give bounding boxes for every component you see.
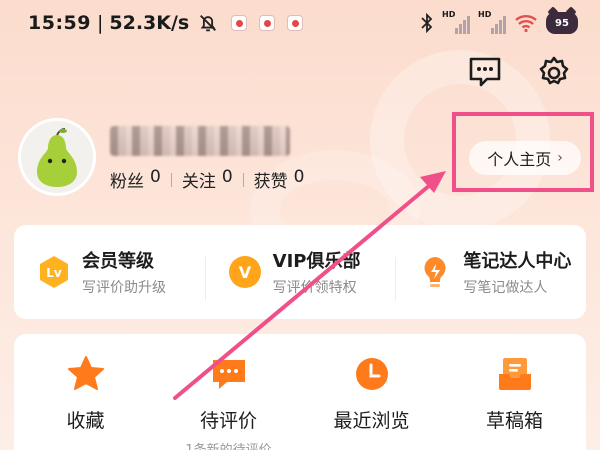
stat-value: 0 [150,167,161,187]
note-expert-subtitle: 写笔记做达人 [463,280,548,296]
bulb-icon [424,257,446,287]
pending-review-label: 待评价 [199,410,257,432]
member-level-subtitle: 写评价助升级 [82,280,166,296]
hd-label: HD [442,10,456,19]
stat-likes[interactable]: 获赞 0 [254,167,305,192]
lv-badge-text: Lv [46,266,62,280]
notification-app-icon [231,15,248,31]
vip-club-subtitle: 写评价领特权 [272,280,357,296]
recent-browse-label: 最近浏览 [333,410,410,432]
signal-strength-icon: HD [442,10,470,34]
pear-avatar-icon [37,128,77,187]
status-time: 15:59 [28,12,91,34]
network-speed: 52.3K/s [109,12,190,34]
favorites-label: 收藏 [66,410,105,432]
stat-label: 关注 [181,172,216,192]
star-icon [67,356,104,390]
divider [170,172,172,187]
stat-label: 获赞 [253,172,288,192]
drafts-icon [498,358,531,390]
status-bar: 15:59 | 52.3K/s HD HD 95 [0,0,600,46]
drafts-entry[interactable]: 草稿箱 [443,334,586,450]
stat-following[interactable]: 关注 0 [182,167,233,192]
status-separator: | [96,12,104,34]
recent-browse-entry[interactable]: 最近浏览 [300,334,443,450]
battery-icon: 95 [546,12,578,34]
chat-bubble-icon[interactable] [467,54,503,90]
vip-badge-text: V [238,263,251,282]
membership-card: Lv 会员等级 写评价助升级 V VIP俱乐部 写评价领特权 笔记达人中心 写笔… [14,225,586,319]
favorites-entry[interactable]: 收藏 [14,334,157,450]
annotation-highlight-box [452,112,594,192]
bluetooth-icon [421,13,433,33]
mute-bell-icon [200,15,217,32]
member-level-entry[interactable]: Lv 会员等级 写评价助升级 [14,247,205,297]
member-level-title: 会员等级 [82,251,154,272]
wifi-icon [515,15,537,33]
lv-badge-icon: Lv [40,256,68,288]
quick-actions-card: 收藏 待评价 1条新的待评价 最近浏览 草稿箱 [14,334,586,450]
comment-pending-icon [212,360,245,389]
notification-app-icon [287,15,304,31]
profile-stats: 粉丝 0 关注 0 获赞 0 [110,167,304,192]
username-redacted [110,126,290,156]
notification-app-icon [259,15,276,31]
clock-icon [355,358,388,390]
stat-label: 粉丝 [110,172,144,192]
pending-review-entry[interactable]: 待评价 1条新的待评价 [157,334,300,450]
signal-strength-icon: HD [478,10,506,34]
hd-label: HD [478,10,492,19]
pending-review-sub: 1条新的待评价 [185,439,271,450]
gear-icon[interactable] [536,54,572,90]
vip-club-title: VIP俱乐部 [272,251,361,272]
stat-value: 0 [293,167,305,187]
avatar[interactable] [18,118,96,196]
stat-value: 0 [221,167,233,187]
stat-fans[interactable]: 粉丝 0 [110,167,161,192]
note-expert-title: 笔记达人中心 [463,251,572,272]
vip-club-entry[interactable]: V VIP俱乐部 写评价领特权 [204,247,396,301]
drafts-label: 草稿箱 [485,410,543,432]
divider [242,172,244,187]
vip-v-icon: V [228,256,261,288]
note-expert-entry[interactable]: 笔记达人中心 写笔记做达人 [395,247,586,301]
